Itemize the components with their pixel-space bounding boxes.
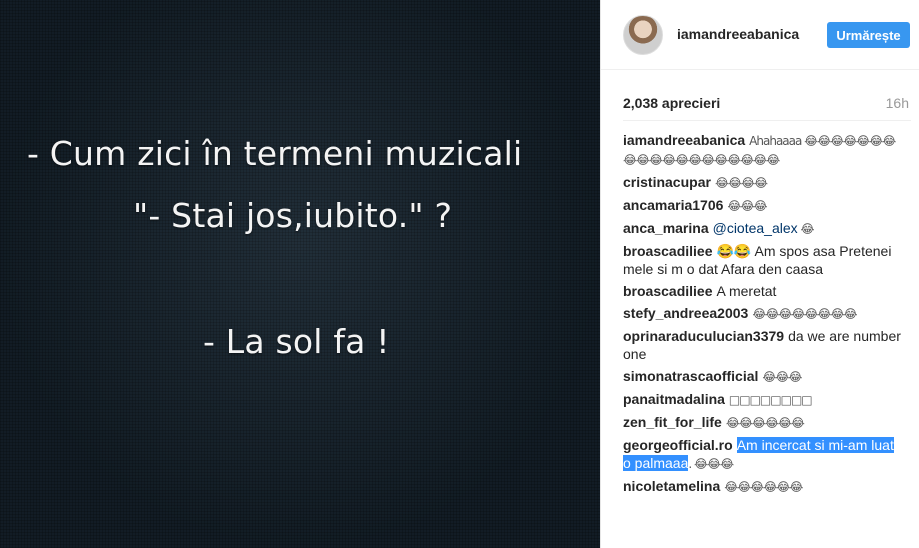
comment: broascadiliee 😂😂 Am spos asa Pretenei mel…	[623, 242, 903, 278]
comment-username[interactable]: broascadiliee	[623, 243, 713, 259]
comment-text: 😂😂😂	[727, 199, 767, 213]
comment: nicoletamelina 😂😂😂😂😂😂	[623, 477, 903, 496]
comment-mention-link[interactable]: @ciotea_alex	[713, 220, 798, 236]
comment: simonatrascaofficial 😂😂😂	[623, 367, 903, 386]
comment-username[interactable]: oprinaraduculucian3379	[623, 328, 784, 344]
comment-username[interactable]: stefy_andreea2003	[623, 305, 748, 321]
follow-button[interactable]: Urmărește	[827, 22, 910, 48]
comment-text: 😂😂😂	[762, 370, 802, 384]
image-text-line-1: - Cum zici în termeni muzicali	[27, 134, 523, 173]
comment-text: 😂😂😂😂😂😂	[725, 416, 805, 430]
comment-text: A meretat	[716, 283, 777, 299]
comment-text: . 😂😂😂	[688, 457, 734, 471]
comment-username[interactable]: panaitmadalina	[623, 391, 725, 407]
image-text-line-3: - La sol fa !	[203, 322, 390, 361]
comment: stefy_andreea2003 😂😂😂😂😂😂😂😂	[623, 304, 903, 323]
avatar[interactable]	[623, 15, 663, 55]
comment-username[interactable]: anca_marina	[623, 220, 709, 236]
comment: oprinaraduculucian3379 da we are number o…	[623, 327, 903, 363]
comment-username[interactable]: simonatrascaofficial	[623, 368, 758, 384]
comment: cristinacupar 😂😂😂😂	[623, 173, 903, 192]
comment-username[interactable]: ancamaria1706	[623, 197, 723, 213]
comment-text: 😂	[797, 222, 814, 236]
comment-text: □□□□□□□□	[728, 393, 813, 407]
comment: broascadiliee A meretat	[623, 282, 903, 300]
comment-text: 😂😂😂😂	[714, 176, 768, 190]
comment: panaitmadalina □□□□□□□□	[623, 390, 903, 409]
comment: georgeofficial.ro Am incercat si mi-am lu…	[623, 436, 903, 473]
comment-username[interactable]: nicoletamelina	[623, 478, 720, 494]
image-text-line-2: "- Stai jos,iubito." ?	[133, 196, 453, 235]
comment-username[interactable]: broascadiliee	[623, 283, 713, 299]
comment-username[interactable]: cristinacupar	[623, 174, 711, 190]
post-side-panel: iamandreeabanica Urmărește 2,038 aprecie…	[600, 0, 919, 548]
comments-list: iamandreeabanica Ahahaaaa 😂😂😂😂😂😂😂😂😂😂😂😂😂😂😂…	[623, 131, 903, 500]
likes-count[interactable]: 2,038 aprecieri	[623, 95, 720, 111]
divider	[623, 120, 911, 121]
comment-username[interactable]: zen_fit_for_life	[623, 414, 722, 430]
comment-username[interactable]: iamandreeabanica	[623, 132, 745, 148]
comment: zen_fit_for_life 😂😂😂😂😂😂	[623, 413, 903, 432]
comment: anca_marina @ciotea_alex 😂	[623, 219, 903, 238]
comment-username[interactable]: georgeofficial.ro	[623, 437, 733, 453]
author-username[interactable]: iamandreeabanica	[677, 26, 799, 42]
comment-text: 😂😂😂😂😂😂😂😂	[752, 307, 857, 321]
comment: iamandreeabanica Ahahaaaa 😂😂😂😂😂😂😂😂😂😂😂😂😂😂😂…	[623, 131, 903, 169]
comment: ancamaria1706 😂😂😂	[623, 196, 903, 215]
post-header: iamandreeabanica Urmărește	[601, 0, 919, 70]
comment-text: 😂😂😂😂😂😂	[724, 480, 803, 494]
post-image[interactable]: - Cum zici în termeni muzicali "- Stai j…	[0, 0, 600, 548]
post-time[interactable]: 16h	[886, 95, 909, 111]
